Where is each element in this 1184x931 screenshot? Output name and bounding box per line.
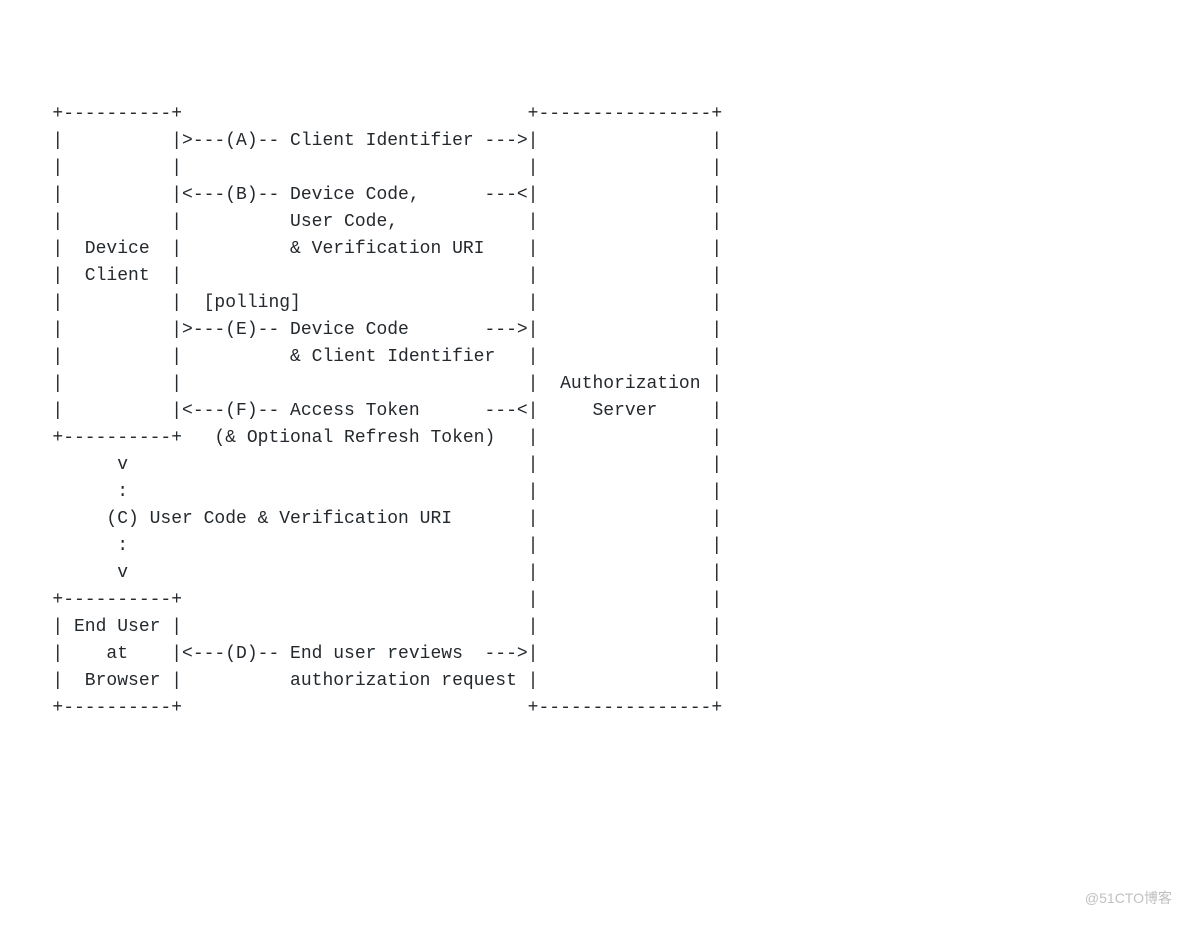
diagram-line: | End User | | |: [20, 617, 722, 637]
diagram-line: | |>---(A)-- Client Identifier --->| |: [20, 131, 722, 151]
diagram-line: +----------+ | |: [20, 590, 722, 610]
diagram-line: | Client | | |: [20, 266, 722, 286]
diagram-line: | | [polling] | |: [20, 293, 722, 313]
diagram-line: | | | Authorization |: [20, 374, 722, 394]
diagram-line: | |<---(F)-- Access Token ---<| Server |: [20, 401, 722, 421]
diagram-line: | |>---(E)-- Device Code --->| |: [20, 320, 722, 340]
watermark-text: @51CTO博客: [1085, 888, 1172, 909]
diagram-line: v | |: [20, 563, 722, 583]
diagram-line: +----------+ +----------------+: [20, 104, 722, 124]
diagram-line: +----------+ +----------------+: [20, 698, 722, 718]
diagram-line: | Browser | authorization request | |: [20, 671, 722, 691]
diagram-line: | | User Code, | |: [20, 212, 722, 232]
diagram-line: (C) User Code & Verification URI | |: [20, 509, 722, 529]
diagram-line: | Device | & Verification URI | |: [20, 239, 722, 259]
diagram-line: v | |: [20, 455, 722, 475]
diagram-line: : | |: [20, 536, 722, 556]
diagram-line: | |<---(B)-- Device Code, ---<| |: [20, 185, 722, 205]
diagram-line: | at |<---(D)-- End user reviews --->| |: [20, 644, 722, 664]
diagram-line: +----------+ (& Optional Refresh Token) …: [20, 428, 722, 448]
diagram-line: | | | |: [20, 158, 722, 178]
diagram-line: | | & Client Identifier | |: [20, 347, 722, 367]
ascii-diagram: +----------+ +----------------+ | |>---(…: [20, 101, 1164, 722]
diagram-line: : | |: [20, 482, 722, 502]
